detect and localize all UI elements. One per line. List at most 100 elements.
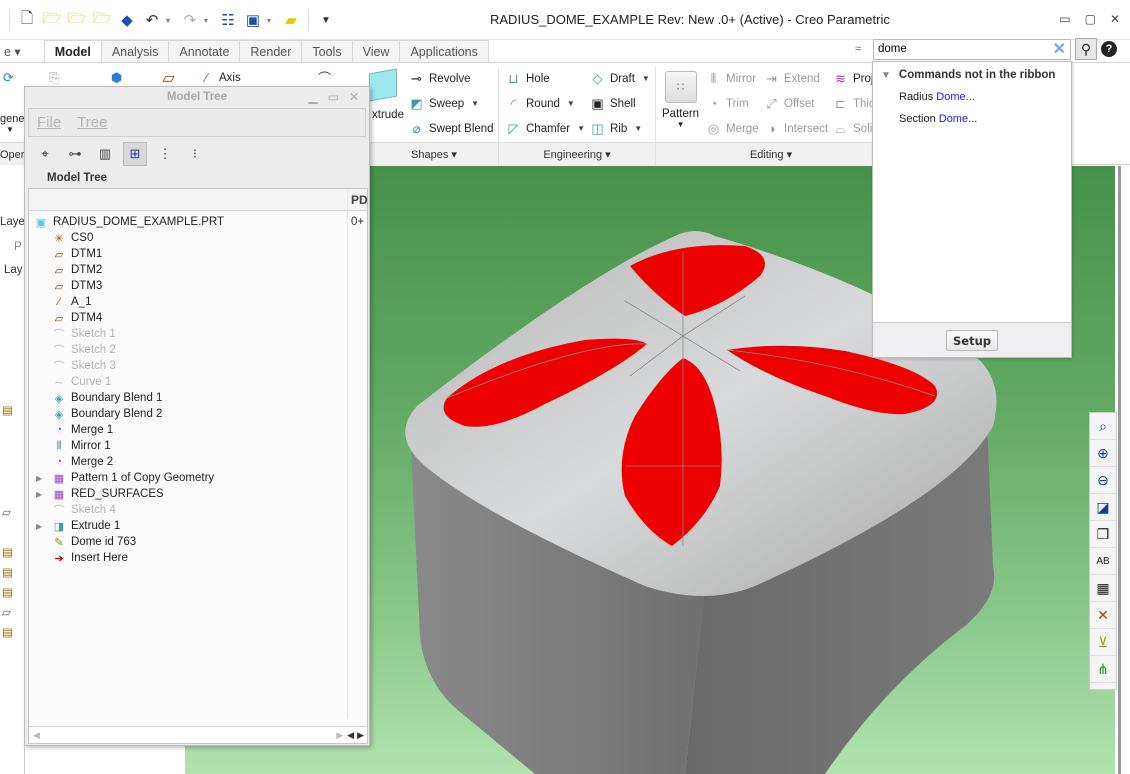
tab-applications[interactable]: Applications — [399, 40, 489, 62]
tree-row[interactable]: ▱ DTM2 — [29, 262, 367, 278]
minimize-button[interactable]: ▭ — [1059, 12, 1070, 26]
open-icon[interactable]: 🗁 — [41, 9, 63, 31]
tab-view[interactable]: View — [351, 40, 401, 62]
maximize-button[interactable]: ▭ — [328, 87, 339, 108]
layer-sub-tab[interactable]: P — [14, 241, 22, 253]
layer-icon[interactable]: ▤ — [2, 545, 13, 559]
regenerate-button[interactable]: ⟳ — [0, 69, 17, 86]
tree-row[interactable]: ➜ Insert Here — [29, 550, 367, 566]
tab-render[interactable]: Render — [239, 40, 303, 62]
saved-orientations-icon[interactable]: AB — [1090, 548, 1116, 575]
switch-window-icon[interactable]: ▣ — [242, 9, 264, 31]
view-manager-icon[interactable]: ▦ — [1090, 575, 1116, 602]
layer-icon[interactable]: ▱ — [2, 605, 11, 619]
customize-icon[interactable]: ▼ — [315, 9, 337, 31]
pane-left-icon[interactable]: ◀ — [347, 730, 354, 741]
sweep-button[interactable]: ◩ Sweep ▼ — [408, 95, 479, 112]
collapse-section-icon[interactable]: ▼ — [881, 70, 891, 81]
pattern-dropdown-icon[interactable]: ▼ — [677, 120, 685, 129]
tree-row[interactable]: ⌒ Sketch 2 — [29, 342, 367, 358]
user-defined-feature-icon[interactable]: ⬢ — [108, 69, 125, 86]
search-field[interactable]: ✕ — [873, 38, 1071, 60]
layer-icon[interactable]: ▤ — [2, 625, 13, 639]
draft-button[interactable]: ◇ Draft ▼ — [589, 70, 650, 87]
column-header-pdm[interactable]: PD — [351, 193, 368, 207]
merge-button[interactable]: ◎ Merge — [705, 120, 759, 137]
undo-dropdown-icon[interactable]: ▾ — [166, 16, 176, 25]
extend-button[interactable]: ⇥ Extend — [763, 70, 820, 87]
setup-button[interactable]: Setup — [946, 330, 998, 351]
tree-columns-icon[interactable]: ▥ — [93, 142, 117, 166]
redo-icon[interactable]: ↷ — [179, 9, 201, 31]
tree-row[interactable]: ◈ Boundary Blend 1 — [29, 390, 367, 406]
tree-row[interactable]: ▶ ◨ Extrude 1 — [29, 518, 367, 534]
window-icon[interactable]: ☷ — [217, 9, 239, 31]
collapse-ribbon-icon[interactable]: ≈ — [855, 43, 869, 55]
tab-model[interactable]: Model — [43, 40, 102, 62]
expand-icon[interactable]: ▶ — [36, 490, 46, 499]
tree-filter-icon[interactable]: ⊶ — [63, 142, 87, 166]
tree-row[interactable]: ◈ Boundary Blend 2 — [29, 406, 367, 422]
redo-dropdown-icon[interactable]: ▾ — [204, 16, 214, 25]
swept-blend-button[interactable]: ⌀ Swept Blend — [408, 120, 494, 137]
refit-icon[interactable]: ⌕ — [1090, 413, 1116, 440]
layer-icon[interactable]: ▤ — [2, 403, 13, 417]
minimize-button[interactable]: ▁ — [308, 87, 317, 108]
tree-row[interactable]: ▶ ▦ Pattern 1 of Copy Geometry — [29, 470, 367, 486]
rib-button[interactable]: ◫ Rib ▼ — [589, 120, 642, 137]
folder-icon[interactable]: ▰ — [280, 9, 302, 31]
rib-dropdown-icon[interactable]: ▼ — [634, 124, 642, 133]
search-icon[interactable]: ⚲ — [1075, 38, 1097, 60]
tree-row[interactable]: ⌒ Sketch 4 — [29, 502, 367, 518]
show-tree-icon[interactable]: ⊞ — [123, 142, 147, 166]
layer-icon[interactable]: ▤ — [2, 565, 13, 579]
open-part-icon[interactable]: 🗁 — [66, 9, 88, 31]
pattern-button[interactable]: ∷ Pattern ▼ — [662, 71, 699, 129]
tree-row[interactable]: ◔ Merge 2 — [29, 454, 367, 470]
clear-search-icon[interactable]: ✕ — [1053, 39, 1066, 59]
layer-icon[interactable]: ▤ — [2, 585, 13, 599]
intersect-button[interactable]: ◑ Intersect — [763, 120, 829, 137]
axis-button[interactable]: ⁄ Axis — [198, 69, 240, 86]
round-dropdown-icon[interactable]: ▼ — [567, 99, 575, 108]
tab-tools[interactable]: Tools — [301, 40, 353, 62]
editing-group-label[interactable]: Editing ▾ — [656, 142, 886, 166]
maximize-button[interactable]: ▢ — [1085, 12, 1096, 26]
expand-icon[interactable]: ▶ — [36, 522, 46, 531]
tree-row[interactable]: ⌒ Sketch 3 — [29, 358, 367, 374]
datum-display-icon[interactable]: ✕ — [1090, 602, 1116, 629]
operations-group-label[interactable]: Opera — [0, 142, 31, 166]
undo-icon[interactable]: ↶ — [141, 9, 163, 31]
round-button[interactable]: ◜ Round ▼ — [505, 95, 575, 112]
revolve-button[interactable]: ⊸ Revolve — [408, 70, 471, 87]
shell-button[interactable]: ▣ Shell — [589, 95, 635, 112]
tab-analysis[interactable]: Analysis — [100, 40, 170, 62]
mirror-button[interactable]: ⫴ Mirror — [705, 70, 756, 87]
tree-row[interactable]: ⌒ Sketch 1 — [29, 326, 367, 342]
trim-button[interactable]: ◔ Trim — [705, 95, 749, 112]
tab-annotate[interactable]: Annotate — [168, 40, 241, 62]
project-button[interactable]: ≋ Proj — [832, 70, 873, 87]
hole-button[interactable]: ⊔ Hole — [505, 70, 549, 87]
tree-row[interactable]: ▣ RADIUS_DOME_EXAMPLE.PRT 0+ — [29, 214, 367, 230]
expand-all-icon[interactable]: ⋮ — [153, 142, 177, 166]
new-icon[interactable]: 🗋 — [16, 9, 38, 31]
tree-row[interactable]: ▶ ▦ RED_SURFACES — [29, 486, 367, 502]
collapse-all-icon[interactable]: ⁝ — [183, 142, 207, 166]
chamfer-dropdown-icon[interactable]: ▼ — [577, 124, 585, 133]
datum-plane-button[interactable]: ▱ — [160, 69, 177, 87]
copy-icon[interactable]: ⎘ — [46, 69, 63, 86]
close-button[interactable]: ✕ — [1110, 12, 1120, 26]
scroll-left-icon[interactable]: ◀ — [33, 730, 40, 741]
layer-tree-tab[interactable]: Laye — [0, 216, 25, 228]
find-icon[interactable]: ⌖ — [33, 142, 57, 166]
layer-icon[interactable]: ▱ — [2, 505, 11, 519]
menu-tree[interactable]: Tree — [77, 114, 107, 131]
search-input[interactable] — [878, 43, 1053, 55]
regenerate-icon[interactable]: ◆ — [116, 9, 138, 31]
chamfer-button[interactable]: ◸ Chamfer ▼ — [505, 120, 586, 137]
search-result-section-dome[interactable]: Section Dome... — [899, 113, 977, 125]
zoom-out-icon[interactable]: ⊖ — [1090, 467, 1116, 494]
sketch-button[interactable]: ⌒ — [316, 69, 333, 86]
repaint-icon[interactable]: ◪ — [1090, 494, 1116, 521]
